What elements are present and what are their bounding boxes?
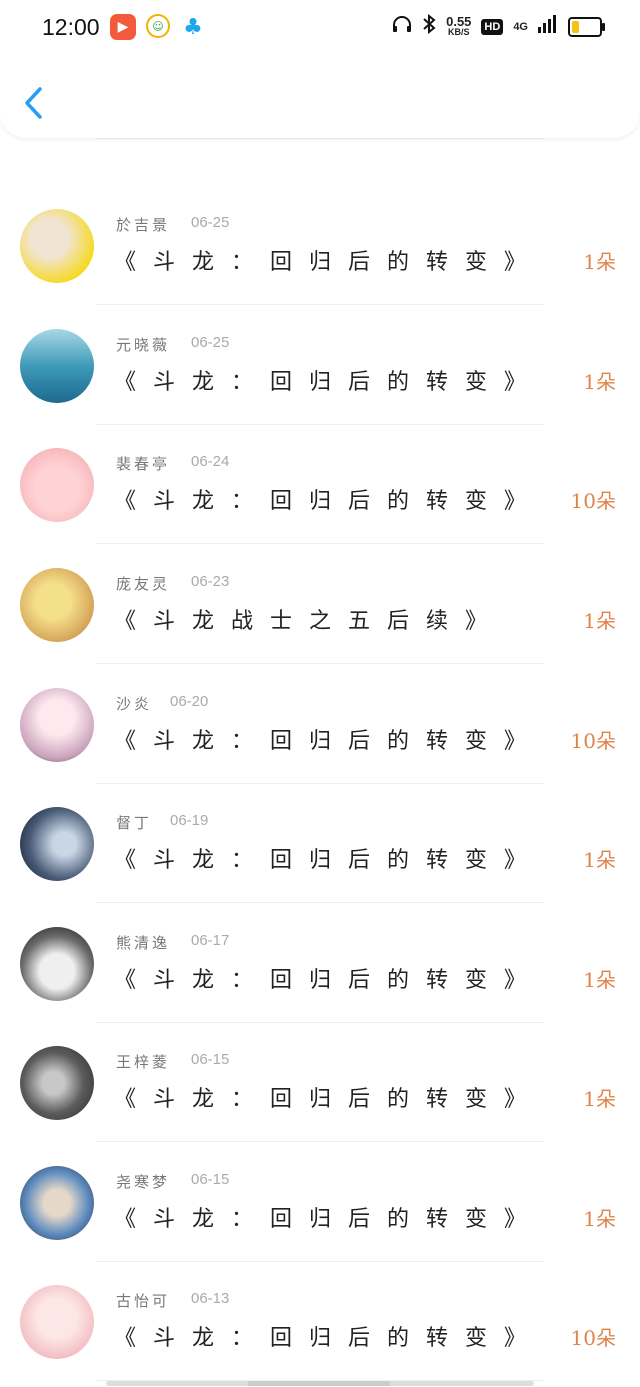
book-title[interactable]: 《 斗 龙 ： 回 归 后 的 转 变 》 (114, 244, 531, 276)
avatar[interactable] (20, 329, 94, 403)
sender-name: 沙炎 (116, 695, 153, 713)
status-time: 12:00 (42, 14, 100, 40)
hd-badge: HD (481, 18, 504, 35)
record-date: 06-24 (191, 453, 230, 470)
avatar[interactable] (20, 448, 94, 522)
battery-icon (568, 16, 605, 37)
record-row[interactable]: 沙炎 06-20 《 斗 龙 ： 回 归 后 的 转 变 》 10朵 (0, 665, 640, 784)
record-row[interactable]: 督丁 06-19 《 斗 龙 ： 回 归 后 的 转 变 》 1朵 (0, 784, 640, 903)
flower-amount: 10朵 (570, 1326, 616, 1350)
sender-name: 於吉景 (116, 216, 171, 234)
record-row[interactable]: 古怡可 06-13 《 斗 龙 ： 回 归 后 的 转 变 》 10朵 (0, 1262, 640, 1381)
sender-name: 尧寒梦 (116, 1173, 171, 1191)
avatar[interactable] (20, 1285, 94, 1359)
row-divider (96, 543, 544, 544)
avatar[interactable] (20, 1046, 94, 1120)
status-bar: 12:00 ▶ ☺ ♣ 0.55 KB/S HD 4G (0, 0, 640, 56)
avatar[interactable] (20, 209, 94, 283)
book-title[interactable]: 《 斗 龙 ： 回 归 后 的 转 变 》 (114, 962, 531, 994)
book-title[interactable]: 《 斗 龙 ： 回 归 后 的 转 变 》 (114, 364, 531, 396)
chevron-left-icon (25, 87, 42, 119)
record-date: 06-23 (191, 573, 230, 590)
book-title[interactable]: 《 斗 龙 ： 回 归 后 的 转 变 》 (114, 1320, 531, 1352)
avatar[interactable] (20, 568, 94, 642)
record-row[interactable]: 裴春亭 06-24 《 斗 龙 ： 回 归 后 的 转 变 》 10朵 (0, 425, 640, 544)
record-row[interactable]: 元晓薇 06-25 《 斗 龙 ： 回 归 后 的 转 变 》 1朵 (0, 306, 640, 425)
book-title[interactable]: 《 斗 龙 战 士 之 五 后 续 》 (114, 603, 492, 635)
flower-amount: 1朵 (583, 1087, 616, 1111)
flower-amount: 1朵 (583, 848, 616, 872)
network-type: 4G (513, 20, 528, 33)
flower-amount: 1朵 (583, 609, 616, 633)
record-row[interactable]: 熊清逸 06-17 《 斗 龙 ： 回 归 后 的 转 变 》 1朵 (0, 904, 640, 1023)
record-date: 06-15 (191, 1171, 230, 1188)
avatar[interactable] (20, 807, 94, 881)
record-row[interactable]: 王梓菱 06-15 《 斗 龙 ： 回 归 后 的 转 变 》 1朵 (0, 1023, 640, 1142)
system-status: 0.55 KB/S HD 4G (392, 13, 605, 39)
record-date: 06-17 (191, 932, 230, 949)
sender-name: 督丁 (116, 814, 153, 832)
video-app-icon: ▶ (110, 14, 136, 40)
record-date: 06-19 (170, 812, 209, 829)
sender-name: 熊清逸 (116, 934, 171, 952)
signal-icon (538, 15, 558, 38)
record-row[interactable]: 尧寒梦 06-15 《 斗 龙 ： 回 归 后 的 转 变 》 1朵 (0, 1143, 640, 1262)
flower-amount: 1朵 (583, 250, 616, 274)
scroll-indicator[interactable] (106, 1381, 534, 1386)
row-divider (96, 304, 544, 305)
record-date: 06-25 (191, 334, 230, 351)
sender-name: 庞友灵 (116, 575, 171, 593)
record-row[interactable]: 庞友灵 06-23 《 斗 龙 战 士 之 五 后 续 》 1朵 (0, 545, 640, 664)
avatar[interactable] (20, 1166, 94, 1240)
flower-amount: 1朵 (583, 968, 616, 992)
record-date: 06-15 (191, 1051, 230, 1068)
record-date: 06-25 (191, 214, 230, 231)
avatar[interactable] (20, 688, 94, 762)
flower-amount: 1朵 (583, 1207, 616, 1231)
row-divider (96, 1141, 544, 1142)
sender-name: 王梓菱 (116, 1053, 171, 1071)
back-button[interactable] (22, 86, 46, 119)
battery-fill (572, 20, 579, 33)
sender-name: 元晓薇 (116, 336, 171, 354)
headphones-icon (392, 15, 412, 38)
avatar[interactable] (20, 927, 94, 1001)
sender-name: 古怡可 (116, 1292, 171, 1310)
book-title[interactable]: 《 斗 龙 ： 回 归 后 的 转 变 》 (114, 483, 531, 515)
book-title[interactable]: 《 斗 龙 ： 回 归 后 的 转 变 》 (114, 723, 531, 755)
row-divider (96, 138, 544, 139)
flower-amount: 10朵 (570, 729, 616, 753)
flower-amount: 10朵 (570, 489, 616, 513)
sender-name: 裴春亭 (116, 455, 171, 473)
smile-app-icon: ☺ (146, 14, 170, 38)
record-date: 06-13 (191, 1290, 230, 1307)
top-nav-bar (0, 56, 640, 138)
row-divider (96, 663, 544, 664)
book-title[interactable]: 《 斗 龙 ： 回 归 后 的 转 变 》 (114, 842, 531, 874)
book-title[interactable]: 《 斗 龙 ： 回 归 后 的 转 变 》 (114, 1201, 531, 1233)
row-divider (96, 902, 544, 903)
record-row[interactable]: 於吉景 06-25 《 斗 龙 ： 回 归 后 的 转 变 》 1朵 (0, 186, 640, 305)
notification-icons: ▶ ☺ ♣ (110, 14, 206, 40)
record-date: 06-20 (170, 693, 209, 710)
network-speed: 0.55 KB/S (446, 13, 472, 37)
qq-penguin-icon: ♣ (183, 14, 203, 40)
book-title[interactable]: 《 斗 龙 ： 回 归 后 的 转 变 》 (114, 1081, 531, 1113)
bluetooth-icon (422, 13, 436, 39)
flower-amount: 1朵 (583, 370, 616, 394)
